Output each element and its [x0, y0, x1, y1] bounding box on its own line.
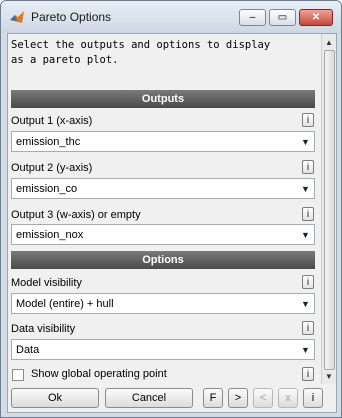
maximize-button[interactable]: ▭ [269, 9, 296, 26]
output3-info-button[interactable]: i [302, 207, 314, 221]
info-icon: i [306, 161, 310, 173]
options-header: Options [11, 251, 315, 269]
show-global-info-button[interactable]: i [302, 367, 314, 381]
maximize-icon: ▭ [277, 12, 288, 23]
matlab-icon [10, 11, 24, 23]
output3-label: Output 3 (w-axis) or empty [11, 209, 141, 221]
model-visibility-select[interactable]: Model (entire) + hull ▼ [11, 293, 315, 314]
minimize-button[interactable]: – [239, 9, 266, 26]
description-text: Select the outputs and options to displa… [11, 39, 271, 66]
info-icon: i [306, 322, 310, 334]
scroll-down-button[interactable]: ▼ [322, 369, 336, 383]
close-button[interactable]: ✕ [299, 9, 333, 26]
f-button[interactable]: F [203, 388, 223, 408]
dialog-content: Select the outputs and options to displa… [7, 33, 337, 413]
pareto-options-window: Pareto Options – ▭ ✕ Select the outputs … [0, 0, 342, 418]
chevron-down-icon: ▼ [301, 183, 310, 194]
data-visibility-label: Data visibility [11, 323, 76, 335]
output2-label: Output 2 (y-axis) [11, 162, 93, 174]
info-icon: i [306, 114, 310, 126]
info-button[interactable]: i [303, 388, 323, 408]
scrollbar-thumb[interactable] [324, 50, 335, 370]
cancel-button[interactable]: Cancel [105, 388, 193, 408]
output2-value: emission_co [16, 182, 78, 195]
output1-select[interactable]: emission_thc ▼ [11, 131, 315, 152]
output3-value: emission_nox [16, 228, 84, 241]
info-icon: i [306, 208, 310, 220]
next-button[interactable]: > [228, 388, 248, 408]
info-icon: i [306, 368, 310, 380]
chevron-down-icon: ▼ [301, 136, 310, 147]
model-visibility-value: Model (entire) + hull [16, 297, 114, 310]
chevron-down-icon: ▼ [301, 344, 310, 355]
prev-button[interactable]: < [253, 388, 273, 408]
info-icon: i [306, 276, 310, 288]
window-title: Pareto Options [31, 10, 112, 24]
data-visibility-select[interactable]: Data ▼ [11, 339, 315, 360]
arrow-down-icon: ▼ [325, 371, 333, 381]
data-visibility-info-button[interactable]: i [302, 321, 314, 335]
model-visibility-label: Model visibility [11, 277, 82, 289]
output1-value: emission_thc [16, 135, 81, 148]
minimize-icon: – [249, 12, 256, 23]
title-bar[interactable]: Pareto Options – ▭ ✕ [1, 1, 341, 33]
arrow-up-icon: ▲ [325, 37, 333, 47]
show-global-label: Show global operating point [31, 368, 167, 380]
model-visibility-info-button[interactable]: i [302, 275, 314, 289]
output1-info-button[interactable]: i [302, 113, 314, 127]
ok-button[interactable]: Ok [11, 388, 99, 408]
output2-select[interactable]: emission_co ▼ [11, 178, 315, 199]
close-icon: ✕ [311, 12, 321, 23]
chevron-down-icon: ▼ [301, 229, 310, 240]
show-global-checkbox[interactable] [12, 369, 24, 381]
output2-info-button[interactable]: i [302, 160, 314, 174]
scroll-up-button[interactable]: ▲ [322, 35, 336, 49]
output1-label: Output 1 (x-axis) [11, 115, 93, 127]
output3-select[interactable]: emission_nox ▼ [11, 224, 315, 245]
chevron-down-icon: ▼ [301, 298, 310, 309]
outputs-header: Outputs [11, 90, 315, 108]
vertical-scrollbar[interactable]: ▲ ▼ [321, 34, 336, 384]
data-visibility-value: Data [16, 343, 40, 356]
x-button[interactable]: x [278, 388, 298, 408]
